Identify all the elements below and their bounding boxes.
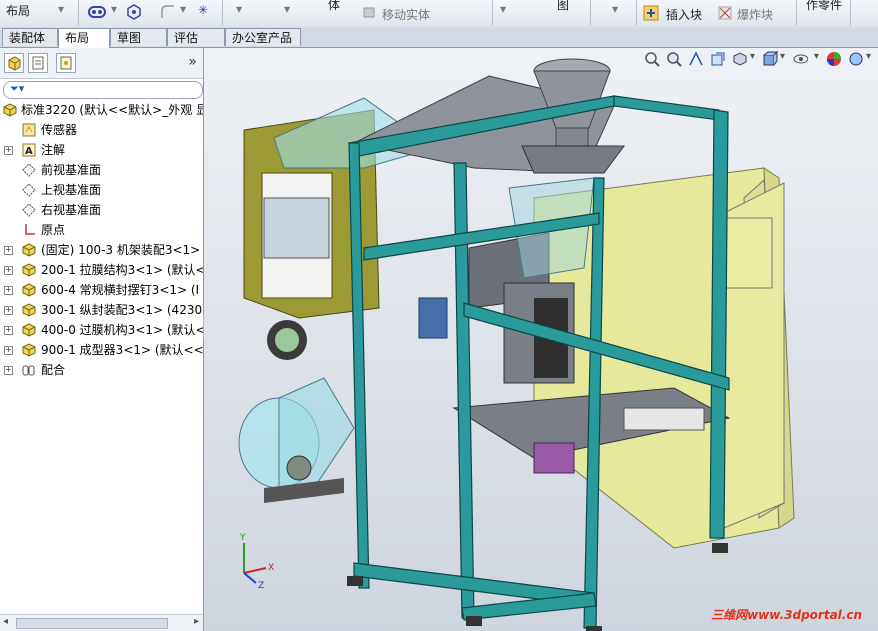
ribbon-arrow-a[interactable]: ▾ xyxy=(236,2,242,16)
graphics-viewport[interactable]: ▾ ▾ ▾ ▾ Y X Z 三维网www.3dportal.cn xyxy=(204,48,878,631)
move-body-button[interactable]: 移动实体 xyxy=(382,6,430,23)
tree-item-label: 200-1 拉膜结构3<1> (默认< xyxy=(41,263,203,277)
tree-item[interactable]: + A 注解 xyxy=(0,140,203,160)
assembly-icon xyxy=(22,323,36,337)
tree-item-label: 配合 xyxy=(41,363,66,377)
tree-item-label: 900-1 成型器3<1> (默认<< xyxy=(41,343,203,357)
command-tabs: 装配体 布局 草图 评估 办公室产品 xyxy=(0,27,878,48)
ribbon-dropdown-icon[interactable]: ▾ xyxy=(58,2,64,16)
tree-item-label: 传感器 xyxy=(41,123,78,137)
tab-sketch[interactable]: 草图 xyxy=(110,28,167,46)
tree-item[interactable]: 原点 xyxy=(0,220,203,240)
filter-icon[interactable]: ⏷▾ xyxy=(10,82,24,96)
tab-layout[interactable]: 布局 xyxy=(58,28,110,48)
assembly-icon xyxy=(22,303,36,317)
expand-panel-icon[interactable]: » xyxy=(188,54,197,70)
tree-item[interactable]: 传感器 xyxy=(0,120,203,140)
tree-item[interactable]: 上视基准面 xyxy=(0,180,203,200)
packaging-machine-model[interactable]: Y X Z xyxy=(204,48,878,631)
expand-toggle-icon[interactable]: + xyxy=(4,286,13,295)
scroll-right-icon[interactable]: ▸ xyxy=(194,616,199,627)
tree-item[interactable]: + (固定) 100-3 机架装配3<1> xyxy=(0,240,203,260)
ribbon-arrow-d[interactable]: ▾ xyxy=(612,2,618,16)
assembly-icon xyxy=(22,283,36,297)
tree-item[interactable]: + 配合 xyxy=(0,360,203,380)
sensor-icon xyxy=(22,123,36,137)
svg-text:A: A xyxy=(25,146,33,157)
insert-block-button[interactable]: 插入块 xyxy=(666,6,702,23)
command-ribbon: 布局 ▾ ▾ ▾ ✳ ▾ ▾ 体 移动实体 ▾ 图 ▾ 插入块 爆炸块 作零件 xyxy=(0,0,878,28)
tree-item-label: 右视基准面 xyxy=(41,203,102,217)
assembly-icon xyxy=(22,343,36,357)
tree-filter[interactable]: ⏷▾ xyxy=(3,81,203,99)
asterisk-icon[interactable]: ✳ xyxy=(198,3,208,17)
ribbon-layout-label[interactable]: 布局 xyxy=(6,2,30,19)
tree-root[interactable]: 标准3220 (默认<<默认>_外观 显 xyxy=(0,100,203,120)
ribbon-col1[interactable]: 体 xyxy=(328,0,340,13)
tree-item[interactable]: +200-1 拉膜结构3<1> (默认< xyxy=(0,260,203,280)
tab-assembly[interactable]: 装配体 xyxy=(2,28,58,46)
tree-item[interactable]: +400-0 过膜机构3<1> (默认< xyxy=(0,320,203,340)
annotation-icon: A xyxy=(22,143,36,157)
explode-block-button[interactable]: 爆炸块 xyxy=(737,6,773,23)
plane-icon xyxy=(22,203,36,217)
mate-icon[interactable] xyxy=(88,5,110,22)
expand-toggle-icon[interactable]: + xyxy=(4,306,13,315)
mates-icon xyxy=(22,363,36,377)
svg-text:X: X xyxy=(268,563,274,573)
tree-item-label: 原点 xyxy=(41,223,66,237)
mate-dropdown-icon[interactable]: ▾ xyxy=(111,2,117,16)
expand-toggle-icon[interactable]: + xyxy=(4,246,13,255)
expand-toggle-icon[interactable]: + xyxy=(4,266,13,275)
tree-item-label: 上视基准面 xyxy=(41,183,102,197)
property-manager-tab-icon[interactable] xyxy=(28,53,48,73)
move-body-icon[interactable] xyxy=(362,5,378,22)
tree-item-label: 600-4 常规横封摆钉3<1> (I xyxy=(41,283,200,297)
tab-evaluate[interactable]: 评估 xyxy=(167,28,225,46)
ribbon-arrow-b[interactable]: ▾ xyxy=(284,2,290,16)
svg-text:Y: Y xyxy=(239,533,246,543)
configuration-tab-icon[interactable] xyxy=(56,53,76,73)
hex-icon[interactable] xyxy=(126,4,142,23)
scroll-thumb[interactable] xyxy=(16,618,168,629)
expand-toggle-icon[interactable]: + xyxy=(4,146,13,155)
expand-toggle-icon[interactable]: + xyxy=(4,366,13,375)
tree-item[interactable]: 前视基准面 xyxy=(0,160,203,180)
feature-tree-tab-icon[interactable] xyxy=(4,53,24,73)
plane-icon xyxy=(22,183,36,197)
feature-tree: 标准3220 (默认<<默认>_外观 显 传感器 + A 注解前视基准面上视基准面右视… xyxy=(0,100,203,380)
expand-toggle-icon[interactable]: + xyxy=(4,326,13,335)
insert-block-icon[interactable] xyxy=(643,5,661,24)
curve-dropdown-icon[interactable]: ▾ xyxy=(180,2,186,16)
ribbon-arrow-c[interactable]: ▾ xyxy=(500,2,506,16)
ribbon-drawing[interactable]: 图 xyxy=(557,0,569,13)
tree-item[interactable]: 右视基准面 xyxy=(0,200,203,220)
watermark: 三维网www.3dportal.cn xyxy=(711,608,862,622)
feature-manager-panel: » ⏷▾ 标准3220 (默认<<默认>_外观 显 传感器 + A 注解前视基准面上视… xyxy=(0,48,204,631)
curve-icon[interactable] xyxy=(160,4,178,23)
tree-item-label: 注解 xyxy=(41,143,66,157)
scroll-left-icon[interactable]: ◂ xyxy=(3,616,8,627)
tab-office-products[interactable]: 办公室产品 xyxy=(225,28,301,46)
tree-root-label: 标准3220 (默认<<默认>_外观 显 xyxy=(21,103,203,117)
tree-item[interactable]: +900-1 成型器3<1> (默认<< xyxy=(0,340,203,360)
ribbon-parts[interactable]: 作零件 xyxy=(806,0,842,13)
tree-item[interactable]: +600-4 常规横封摆钉3<1> (I xyxy=(0,280,203,300)
explode-block-icon[interactable] xyxy=(717,5,735,24)
assembly-icon xyxy=(22,243,36,257)
expand-toggle-icon[interactable]: + xyxy=(4,346,13,355)
tree-item[interactable]: +300-1 纵封装配3<1> (4230 xyxy=(0,300,203,320)
assembly-icon xyxy=(22,263,36,277)
horizontal-scrollbar[interactable]: ◂ ▸ xyxy=(0,614,203,631)
assembly-icon xyxy=(3,103,17,117)
tree-item-label: 300-1 纵封装配3<1> (4230 xyxy=(41,303,203,317)
origin-icon xyxy=(22,223,36,237)
coordinate-triad-icon: Y X Z xyxy=(239,533,274,591)
tree-item-label: (固定) 100-3 机架装配3<1> xyxy=(41,243,201,257)
tree-item-label: 前视基准面 xyxy=(41,163,102,177)
tree-item-label: 400-0 过膜机构3<1> (默认< xyxy=(41,323,203,337)
plane-icon xyxy=(22,163,36,177)
svg-text:Z: Z xyxy=(258,581,264,591)
panel-toolbar: » xyxy=(0,48,203,79)
